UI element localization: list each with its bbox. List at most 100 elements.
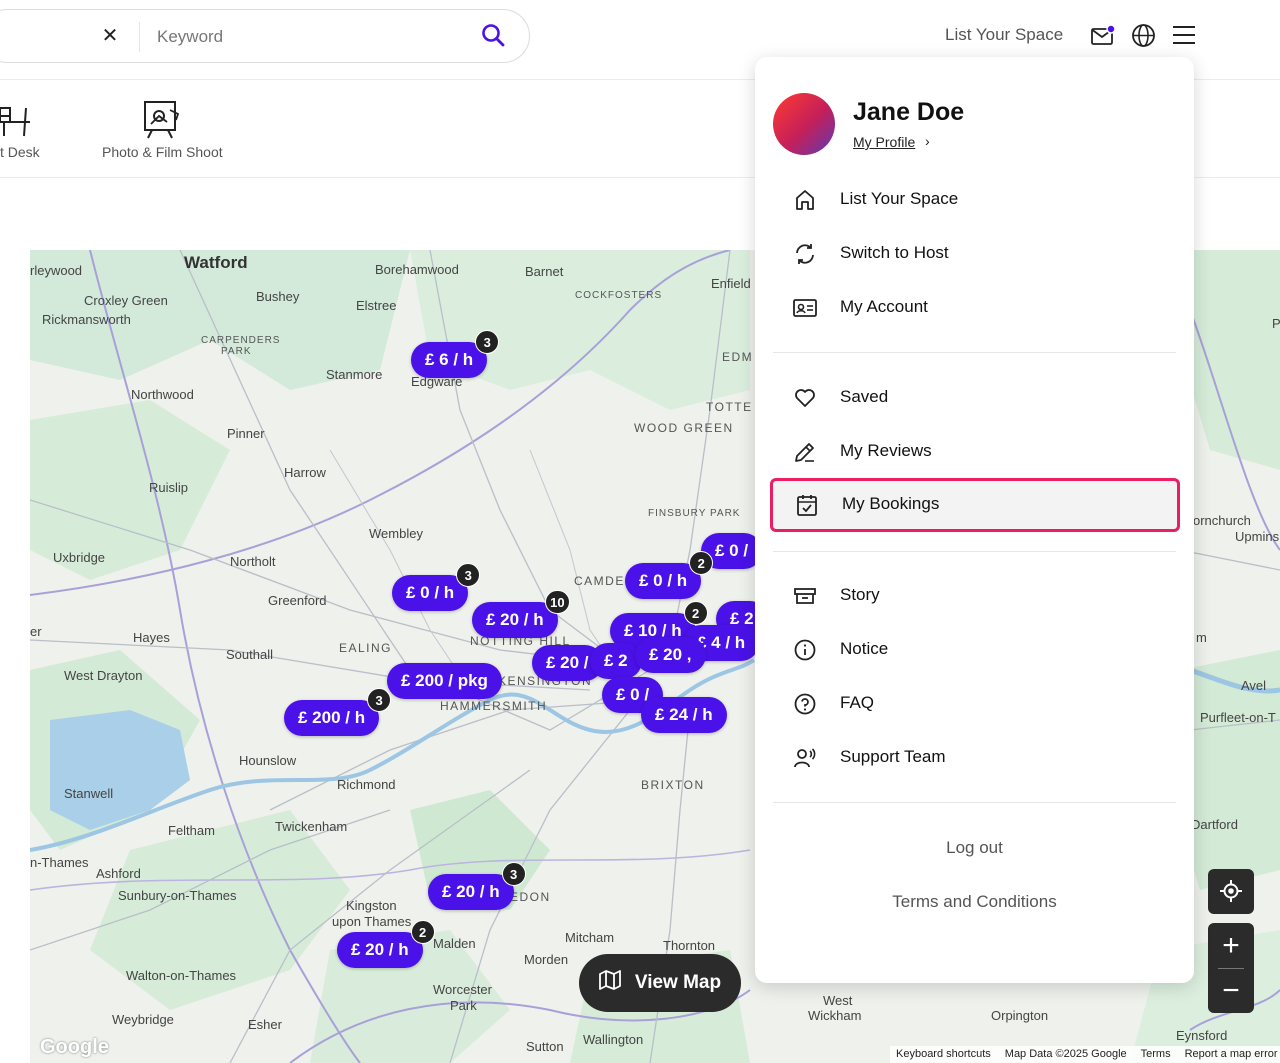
map-label: BRIXTON [641, 778, 705, 792]
home-icon [793, 188, 817, 212]
category-label: t Desk [0, 144, 40, 160]
category-label: Photo & Film Shoot [102, 144, 223, 160]
menu-item-my-reviews[interactable]: My Reviews [773, 427, 1179, 477]
map-label: Purfleet-on-T [1200, 710, 1276, 725]
map-label: P [1272, 316, 1280, 331]
menu-item-switch-to-host[interactable]: Switch to Host [773, 229, 1179, 279]
map-label: Rickmansworth [42, 312, 131, 327]
zoom-control: + − [1208, 923, 1254, 1013]
keyword-search-input[interactable] [157, 24, 457, 50]
mail-notification-icon[interactable] [1090, 24, 1116, 53]
price-pin[interactable]: £ 2 [590, 643, 642, 679]
price-pin[interactable]: £ 20 / h2 [337, 920, 435, 968]
clear-search-button[interactable]: ✕ [99, 25, 121, 47]
pin-price: £ 0 / [616, 685, 650, 704]
price-pin[interactable]: £ 6 / h3 [411, 330, 500, 378]
pin-price: £ 2 [604, 651, 628, 670]
map-label: Hounslow [239, 753, 297, 768]
support-icon [793, 746, 817, 770]
pin-price: £ 200 / h [298, 708, 366, 727]
map-data-text: Map Data ©2025 Google [1004, 1048, 1127, 1060]
map-label: Sutton [526, 1039, 564, 1054]
menu-item-list-your-space[interactable]: List Your Space [773, 175, 1179, 225]
map-label: CARPENDERS [201, 335, 281, 346]
map-label: CAMDE [574, 574, 625, 588]
map-label: Barnet [525, 264, 564, 279]
map-label: Southall [226, 647, 273, 662]
price-pin[interactable]: £ 200 / pkg [387, 663, 502, 699]
price-pin[interactable]: £ 20 / h3 [428, 862, 526, 910]
zoom-in-button[interactable]: + [1208, 923, 1254, 968]
google-logo: Google [40, 1036, 109, 1058]
map-label: Northolt [230, 554, 276, 569]
pin-price: £ 0 / h [406, 583, 455, 602]
price-pin[interactable]: £ 0 / h2 [625, 551, 714, 599]
price-pin[interactable]: £ 24 / h [641, 697, 727, 733]
map-label: West [823, 993, 853, 1008]
map-label: HAMMERSMITH [440, 699, 548, 713]
price-pin[interactable]: £ 20 , [635, 637, 706, 673]
menu-item-label: My Bookings [842, 494, 940, 513]
map-label: Twickenham [275, 819, 348, 834]
map-label: Harrow [284, 465, 326, 480]
price-pin[interactable]: £ 0 / h3 [392, 563, 481, 611]
pin-price: £ 6 / h [425, 350, 474, 369]
price-pin[interactable]: £ 20 / h 10 [472, 590, 570, 638]
locate-me-button[interactable] [1208, 869, 1254, 914]
keyboard-shortcuts-link[interactable]: Keyboard shortcuts [896, 1048, 991, 1061]
menu-item-support-team[interactable]: Support Team [773, 733, 1179, 783]
terms-and-conditions-link[interactable]: Terms and Conditions [755, 892, 1194, 912]
terms-link[interactable]: Terms [1141, 1048, 1171, 1061]
map-label: Greenford [268, 593, 327, 608]
menu-item-story[interactable]: Story [773, 571, 1179, 621]
map-label: Weybridge [112, 1012, 174, 1027]
map-label: rleywood [30, 263, 83, 278]
chevron-right-icon: › [925, 133, 930, 149]
my-profile-link[interactable]: My Profile [853, 134, 915, 150]
map-label: West Drayton [64, 668, 143, 683]
pin-count-badge: 2 [410, 920, 435, 944]
menu-item-my-bookings[interactable]: My Bookings [770, 478, 1180, 532]
crosshair-icon [1220, 880, 1242, 907]
pin-price: £ 0 / [715, 541, 749, 560]
search-bar: ✕ [0, 9, 530, 63]
map-label: Morden [524, 952, 569, 967]
price-pin[interactable]: £ 200 / h3 [284, 688, 392, 736]
list-your-space-link[interactable]: List Your Space [945, 25, 1063, 45]
map-label: Wickham [808, 1008, 862, 1023]
hamburger-menu-icon[interactable] [1172, 24, 1196, 51]
map-label: Upmins [1235, 529, 1280, 544]
map-label: Feltham [168, 823, 215, 838]
view-map-label: View Map [634, 972, 722, 993]
menu-item-my-account[interactable]: My Account [773, 283, 1179, 333]
menu-item-label: Notice [840, 639, 889, 658]
menu-item-faq[interactable]: FAQ [773, 679, 1179, 729]
map-label: Orpington [991, 1008, 1049, 1023]
pin-count-badge: 2 [683, 601, 708, 625]
avatar[interactable] [773, 93, 835, 155]
map-label: FINSBURY PARK [648, 508, 741, 519]
view-map-button[interactable]: View Map [579, 954, 741, 1012]
map-label: EDM [722, 350, 754, 364]
map-label: Northwood [131, 387, 194, 402]
logout-button[interactable]: Log out [755, 838, 1194, 858]
zoom-out-button[interactable]: − [1208, 968, 1254, 1013]
pin-count-badge: 10 [545, 590, 570, 614]
search-icon[interactable] [481, 23, 505, 52]
camera-easel-icon [142, 100, 182, 145]
map-label: Richmond [337, 777, 396, 792]
map-label: Esher [248, 1017, 282, 1032]
globe-icon[interactable] [1131, 23, 1156, 53]
map-label: Walton-on-Thames [126, 968, 237, 983]
menu-item-notice[interactable]: Notice [773, 625, 1179, 675]
menu-item-label: My Account [840, 297, 928, 316]
pin-price: £ 20 / [546, 653, 589, 672]
report-error-link[interactable]: Report a map error [1185, 1048, 1278, 1061]
pin-count-badge: 3 [475, 330, 500, 354]
pin-price: £ 20 , [649, 645, 692, 664]
map-label: Eynsford [1176, 1028, 1228, 1043]
map-label: PARK [221, 346, 252, 357]
map-label: EDON [510, 890, 551, 904]
menu-item-saved[interactable]: Saved [773, 373, 1179, 423]
map-label: Pinner [227, 426, 265, 441]
